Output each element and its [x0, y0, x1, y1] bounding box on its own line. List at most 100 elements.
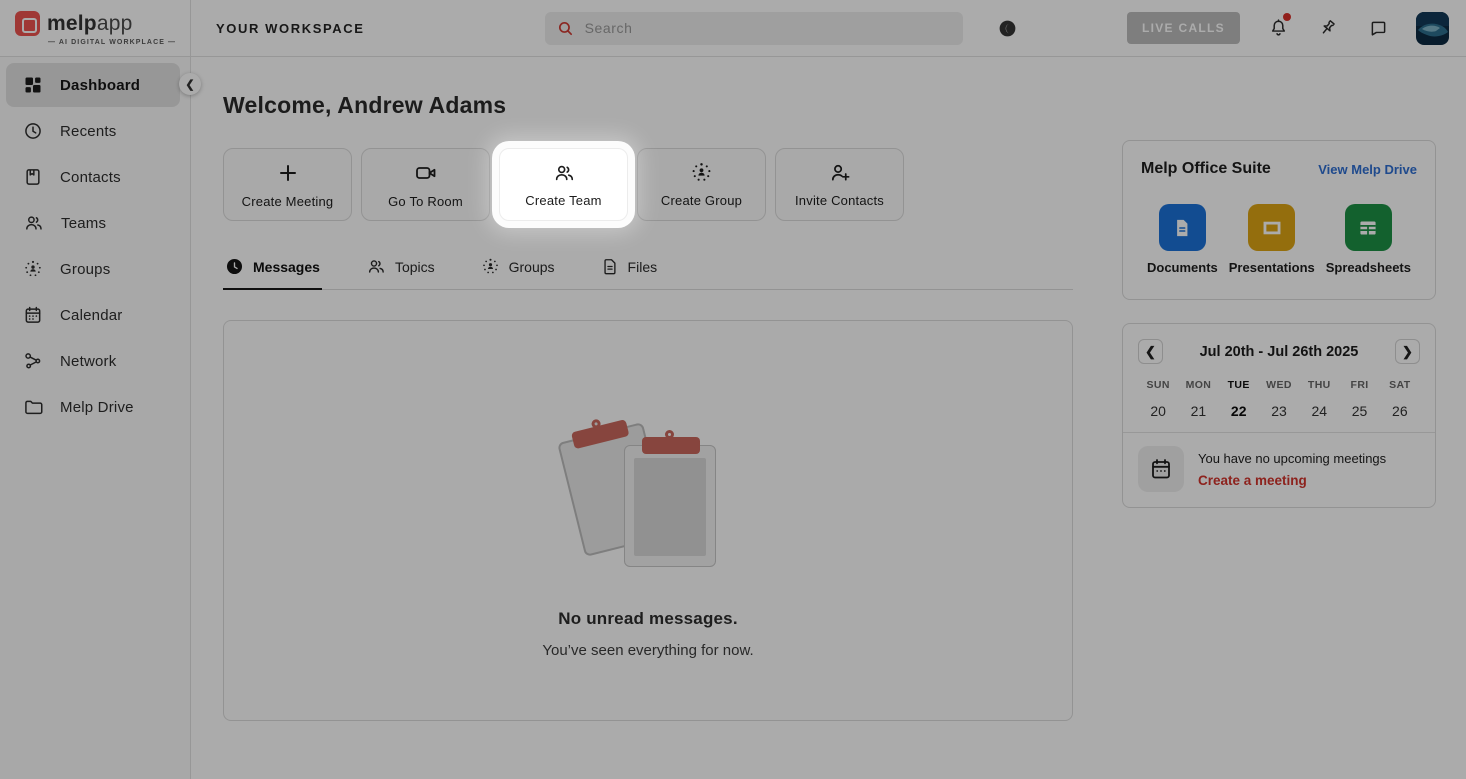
calendar-date-selected[interactable]: 22	[1219, 403, 1259, 419]
sidebar-item-calendar[interactable]: Calendar	[6, 293, 180, 337]
tab-groups[interactable]: Groups	[479, 257, 557, 289]
chat-button[interactable]	[1366, 16, 1390, 40]
search-bar[interactable]	[545, 12, 963, 45]
tab-label: Messages	[253, 259, 320, 275]
avatar-photo	[1416, 12, 1449, 45]
tab-label: Files	[628, 259, 658, 275]
sidebar-item-label: Calendar	[60, 307, 122, 324]
messages-panel: No unread messages. You’ve seen everythi…	[223, 320, 1073, 721]
sidebar-item-label: Network	[60, 353, 116, 370]
melp-logo-icon	[15, 11, 40, 36]
create-a-meeting-link[interactable]: Create a meeting	[1198, 473, 1386, 488]
calendar-date[interactable]: 26	[1380, 403, 1420, 419]
app-label: Documents	[1147, 260, 1218, 275]
content-tabs: Messages Topics Groups Files	[223, 257, 1073, 290]
calendar-date[interactable]: 24	[1299, 403, 1339, 419]
sidebar-item-teams[interactable]: Teams	[6, 201, 180, 245]
spreadsheet-app-icon	[1345, 204, 1392, 251]
tab-messages[interactable]: Messages	[223, 257, 322, 289]
chat-icon	[1368, 18, 1389, 39]
pin-icon	[1318, 18, 1339, 39]
tab-topics[interactable]: Topics	[364, 257, 437, 289]
calendar-date[interactable]: 25	[1339, 403, 1379, 419]
sidebar-item-groups[interactable]: Groups	[6, 247, 180, 291]
people-icon	[552, 162, 576, 184]
user-avatar[interactable]	[1416, 12, 1449, 45]
sidebar-item-label: Recents	[60, 123, 116, 140]
calendar-day-label: THU	[1299, 379, 1339, 391]
calendar-next-button[interactable]: ❯	[1395, 339, 1420, 364]
logo-wordmark: melpapp	[47, 13, 132, 34]
main-content: Welcome, Andrew Adams Create Meeting Go …	[191, 57, 1466, 779]
search-input[interactable]	[585, 20, 951, 36]
melp-office-suite-card: Melp Office Suite View Melp Drive Docume…	[1122, 140, 1436, 300]
person-add-icon	[828, 161, 852, 184]
melp-app-window: melpapp — AI DIGITAL WORKPLACE — YOUR WO…	[0, 0, 1466, 779]
file-icon	[601, 257, 619, 276]
calendar-date[interactable]: 21	[1178, 403, 1218, 419]
documents-app[interactable]: Documents	[1147, 204, 1218, 275]
dashboard-icon	[23, 75, 43, 95]
app-label: Spreadsheets	[1326, 260, 1411, 275]
app-label: Presentations	[1229, 260, 1315, 275]
calendar-day-label: MON	[1178, 379, 1218, 391]
clipboard-front	[624, 445, 716, 567]
pinned-button[interactable]	[1316, 16, 1340, 40]
calendar-date[interactable]: 23	[1259, 403, 1299, 419]
tab-files[interactable]: Files	[599, 257, 660, 289]
presentations-app[interactable]: Presentations	[1229, 204, 1315, 275]
empty-state-title: No unread messages.	[558, 609, 738, 629]
action-label: Go To Room	[388, 194, 463, 209]
calendar-day-label-selected: TUE	[1219, 379, 1259, 391]
app-logo[interactable]: melpapp — AI DIGITAL WORKPLACE —	[0, 0, 191, 56]
view-melp-drive-link[interactable]: View Melp Drive	[1318, 162, 1417, 177]
logo-tagline: — AI DIGITAL WORKPLACE —	[48, 39, 190, 46]
contacts-icon	[23, 167, 43, 187]
document-app-icon	[1159, 204, 1206, 251]
people-icon	[366, 257, 386, 276]
sidebar-collapse-button[interactable]: ❮	[179, 73, 201, 95]
logo-text-light: app	[97, 12, 133, 35]
sidebar-item-contacts[interactable]: Contacts	[6, 155, 180, 199]
create-group-button[interactable]: Create Group	[637, 148, 766, 221]
empty-state-subtitle: You’ve seen everything for now.	[542, 642, 753, 659]
logo-text-bold: melp	[47, 12, 97, 35]
calendar-date[interactable]: 20	[1138, 403, 1178, 419]
office-suite-title: Melp Office Suite	[1141, 160, 1271, 178]
calendar-week-grid: SUN MON TUE WED THU FRI SAT 20 21 22 23 …	[1138, 379, 1420, 419]
action-label: Create Group	[661, 193, 742, 208]
calendar-day-label: FRI	[1339, 379, 1379, 391]
dots-group-icon	[481, 257, 500, 276]
sidebar-item-label: Dashboard	[60, 77, 140, 94]
search-icon	[557, 20, 574, 37]
folder-icon	[23, 397, 43, 417]
calendar-day-label: SAT	[1380, 379, 1420, 391]
invite-contacts-button[interactable]: Invite Contacts	[775, 148, 904, 221]
clock-icon	[23, 121, 43, 141]
notification-badge	[1283, 13, 1291, 21]
notifications-button[interactable]	[1266, 16, 1290, 40]
tab-label: Topics	[395, 259, 435, 275]
plus-icon	[276, 161, 300, 185]
empty-state-illustration	[558, 409, 738, 577]
no-meetings-text: You have no upcoming meetings	[1198, 451, 1386, 466]
topbar-actions: LIVE CALLS	[1127, 12, 1466, 45]
sidebar-item-dashboard[interactable]: Dashboard	[6, 63, 180, 107]
calendar-prev-button[interactable]: ❮	[1138, 339, 1163, 364]
action-label: Create Meeting	[242, 194, 334, 209]
create-team-button[interactable]: Create Team	[499, 148, 628, 221]
spreadsheets-app[interactable]: Spreadsheets	[1326, 204, 1411, 275]
sidebar-item-melp-drive[interactable]: Melp Drive	[6, 385, 180, 429]
calendar-date-range: Jul 20th - Jul 26th 2025	[1200, 344, 1359, 360]
go-to-room-button[interactable]: Go To Room	[361, 148, 490, 221]
action-label: Create Team	[525, 193, 601, 208]
week-calendar-card: ❮ Jul 20th - Jul 26th 2025 ❯ SUN MON TUE…	[1122, 323, 1436, 508]
sidebar-item-recents[interactable]: Recents	[6, 109, 180, 153]
video-icon	[413, 161, 438, 185]
dark-mode-toggle[interactable]	[995, 15, 1021, 41]
presentation-app-icon	[1248, 204, 1295, 251]
live-calls-button[interactable]: LIVE CALLS	[1127, 12, 1240, 44]
calendar-day-label: WED	[1259, 379, 1299, 391]
sidebar-item-network[interactable]: Network	[6, 339, 180, 383]
create-meeting-button[interactable]: Create Meeting	[223, 148, 352, 221]
